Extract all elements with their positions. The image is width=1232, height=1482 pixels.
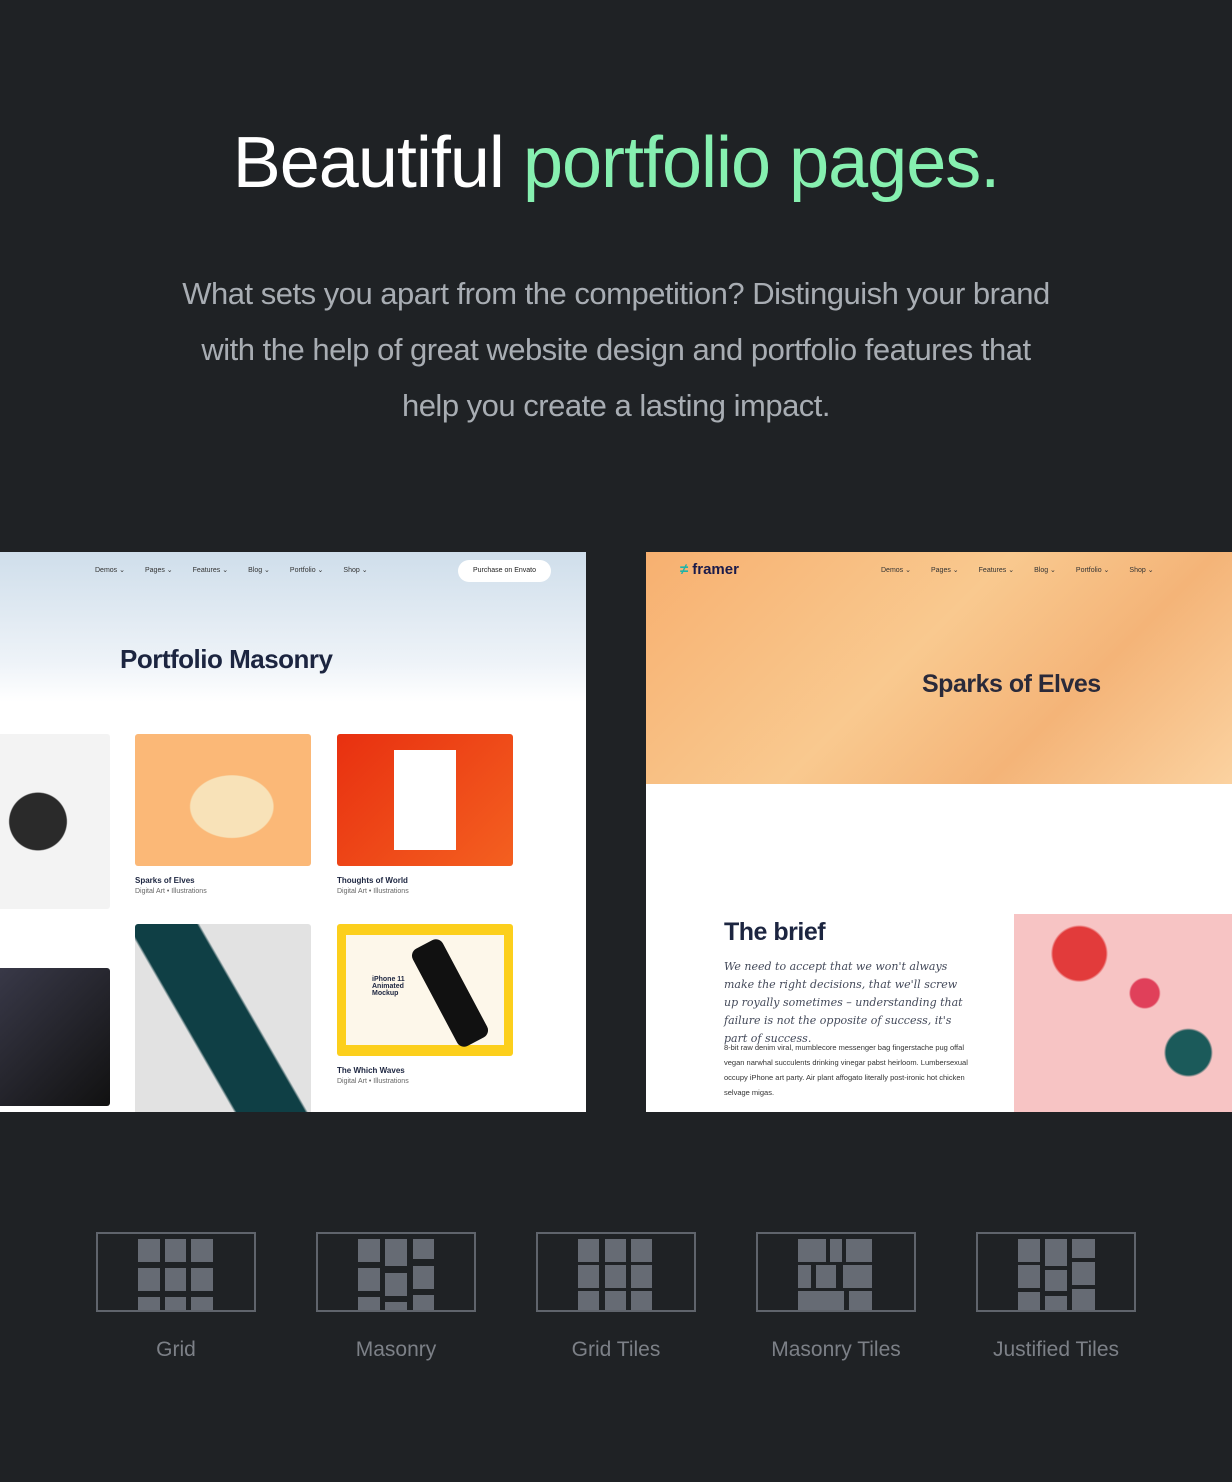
preview-nav: Demos ⌄ Pages ⌄ Features ⌄ Blog ⌄ Portfo…: [881, 566, 1174, 574]
ipad-image[interactable]: [135, 924, 311, 1112]
layout-label[interactable]: Justified Tiles: [976, 1338, 1136, 1362]
layout-masonry-icon[interactable]: [316, 1232, 476, 1312]
brief-body: 8-bit raw denim viral, mumblecore messen…: [724, 1043, 968, 1097]
nav-item[interactable]: Portfolio ⌄: [1076, 566, 1110, 574]
item-title[interactable]: Sparks of Elves: [135, 876, 195, 885]
nav-item[interactable]: Shop ⌄: [343, 566, 367, 574]
item-title[interactable]: Thoughts of World: [337, 876, 408, 885]
nav-item[interactable]: Blog ⌄: [248, 566, 270, 574]
layout-grid-tiles-icon[interactable]: [536, 1232, 696, 1312]
nav-item[interactable]: Pages ⌄: [145, 566, 173, 574]
nav-item[interactable]: Pages ⌄: [931, 566, 959, 574]
brief-title: The brief: [724, 918, 826, 946]
layout-label[interactable]: Grid Tiles: [536, 1338, 696, 1362]
layout-label[interactable]: Grid: [96, 1338, 256, 1362]
brief-quote: We need to accept that we won't always m…: [724, 960, 963, 1045]
layout-justified-tiles-icon[interactable]: [976, 1232, 1136, 1312]
nav-item[interactable]: Shop ⌄: [1129, 566, 1153, 574]
purchase-button[interactable]: Purchase on Envato: [458, 560, 551, 582]
logo[interactable]: ≠ framer: [680, 561, 739, 578]
layout-label[interactable]: Masonry: [316, 1338, 476, 1362]
waves-image[interactable]: iPhone 11 Animated Mockup: [337, 924, 513, 1056]
preview-nav: Demos ⌄ Pages ⌄ Features ⌄ Blog ⌄ Portfo…: [95, 566, 388, 574]
thoughts-image[interactable]: [337, 734, 513, 866]
item-meta: Digital Art • Illustrations: [135, 888, 207, 895]
layout-label[interactable]: Masonry Tiles: [756, 1338, 916, 1362]
nav-item[interactable]: Demos ⌄: [881, 566, 911, 574]
nav-item[interactable]: Blog ⌄: [1034, 566, 1056, 574]
hero-image: [646, 552, 1232, 784]
hero-subtitle: What sets you apart from the competition…: [182, 276, 1050, 423]
sparks-image[interactable]: [135, 734, 311, 866]
layout-grid-icon[interactable]: [96, 1232, 256, 1312]
layout-masonry-tiles-icon[interactable]: [756, 1232, 916, 1312]
hero-title: Beautiful portfolio pages.: [232, 123, 1001, 203]
nav-item[interactable]: Features ⌄: [193, 566, 228, 574]
mockup-text: iPhone 11 Animated Mockup: [372, 976, 405, 997]
portfolio-single-preview: ≠ framer Demos ⌄ Pages ⌄ Features ⌄ Blog …: [646, 552, 1232, 1112]
fabric-image[interactable]: [0, 968, 110, 1106]
nav-item[interactable]: Demos ⌄: [95, 566, 125, 574]
page-title: Portfolio Masonry: [120, 644, 333, 674]
gamepad-image[interactable]: [0, 734, 110, 909]
hero-title: Sparks of Elves: [922, 670, 1101, 698]
nav-item[interactable]: Features ⌄: [979, 566, 1014, 574]
item-meta: Digital Art • Illustrations: [337, 888, 409, 895]
item-meta: Digital Art • Illustrations: [337, 1078, 409, 1085]
illustration-image: [1014, 914, 1232, 1112]
item-title[interactable]: The Which Waves: [337, 1066, 405, 1075]
portfolio-masonry-preview: Demos ⌄ Pages ⌄ Features ⌄ Blog ⌄ Portfo…: [0, 552, 586, 1112]
nav-item[interactable]: Portfolio ⌄: [290, 566, 324, 574]
